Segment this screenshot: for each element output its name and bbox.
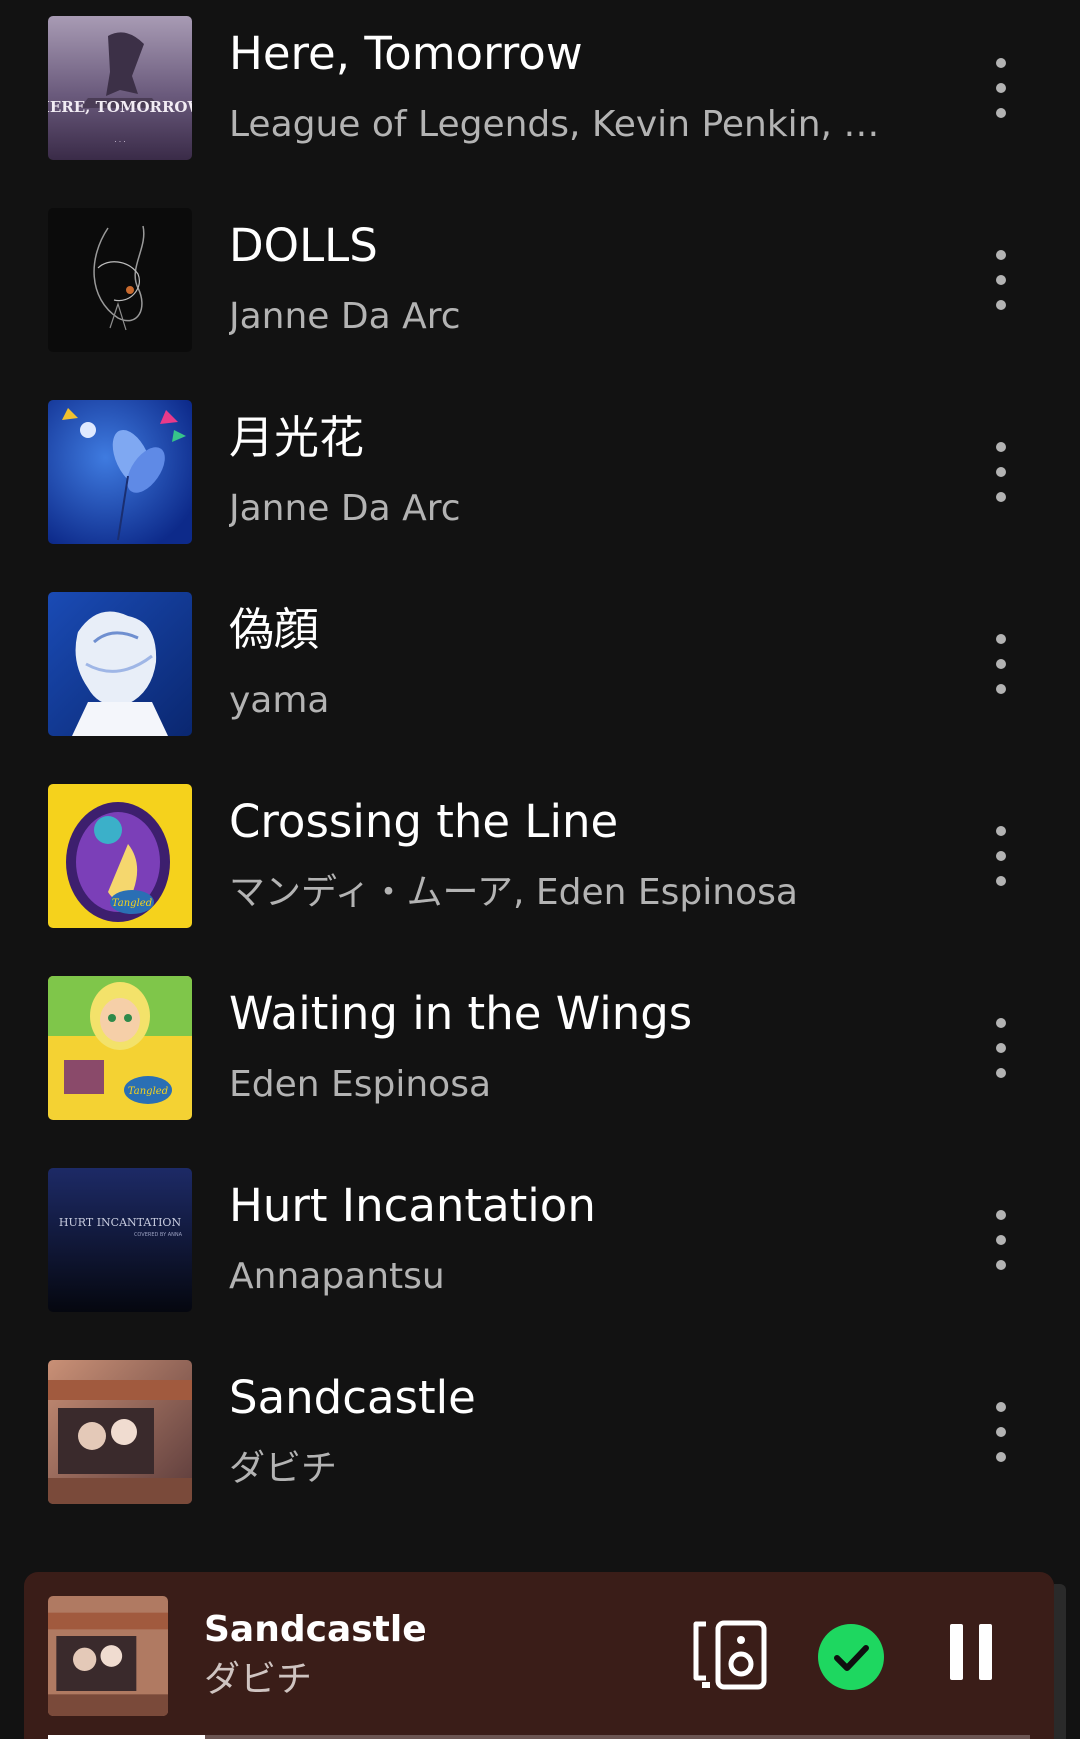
added-check-icon[interactable] — [818, 1624, 884, 1690]
track-artist: ダビチ — [229, 1448, 338, 1489]
more-options-icon[interactable] — [976, 436, 1026, 508]
more-options-icon[interactable] — [976, 628, 1026, 700]
track-row[interactable]: 偽顔 yama — [0, 576, 1080, 768]
track-row[interactable]: Tangled Waiting in the Wings Eden Espino… — [0, 960, 1080, 1152]
album-art-hurt-incantation: HURT INCANTATION COVERED BY ANNA — [48, 1168, 192, 1312]
track-artist: Janne Da Arc — [229, 488, 461, 529]
track-artist: マンディ・ムーア, Eden Espinosa — [229, 872, 798, 913]
more-options-icon[interactable] — [976, 820, 1026, 892]
track-title: 偽顔 — [229, 603, 320, 656]
track-artist: Janne Da Arc — [229, 296, 461, 337]
svg-text:· · ·: · · · — [114, 138, 125, 146]
track-title: Crossing the Line — [229, 795, 619, 848]
track-artist: yama — [229, 680, 330, 721]
track-title: 月光花 — [229, 411, 365, 464]
now-playing-artist[interactable]: ダビチ — [204, 1658, 312, 1702]
svg-text:HERE, TOMORROW: HERE, TOMORROW — [48, 98, 192, 116]
track-title: Hurt Incantation — [229, 1179, 596, 1232]
album-art-crossing-the-line: Tangled — [48, 784, 192, 928]
now-playing-bar[interactable]: Sandcastle ダビチ — [24, 1572, 1054, 1739]
svg-text:Tangled: Tangled — [128, 1086, 168, 1097]
album-art-gekkouka — [48, 400, 192, 544]
more-options-icon[interactable] — [976, 1204, 1026, 1276]
more-options-icon[interactable] — [976, 244, 1026, 316]
more-options-icon[interactable] — [976, 1012, 1026, 1084]
track-artist: Annapantsu — [229, 1256, 445, 1297]
playback-progress-bar — [48, 1735, 1030, 1739]
track-title: Waiting in the Wings — [229, 987, 693, 1040]
track-row[interactable]: Sandcastle ダビチ — [0, 1344, 1080, 1536]
track-artist: Eden Espinosa — [229, 1064, 492, 1105]
album-art-waiting-in-the-wings: Tangled — [48, 976, 192, 1120]
track-row[interactable]: 月光花 Janne Da Arc — [0, 384, 1080, 576]
now-playing-title[interactable]: Sandcastle — [204, 1608, 427, 1652]
track-row[interactable]: HURT INCANTATION COVERED BY ANNA Hurt In… — [0, 1152, 1080, 1344]
album-art-sandcastle — [48, 1360, 192, 1504]
svg-text:HURT INCANTATION: HURT INCANTATION — [59, 1216, 182, 1229]
track-row[interactable]: HERE, TOMORROW · · · Here, Tomorrow Leag… — [0, 0, 1080, 192]
more-options-icon[interactable] — [976, 52, 1026, 124]
track-title: DOLLS — [229, 219, 378, 272]
scroll-edge — [1054, 1584, 1066, 1739]
track-row[interactable]: DOLLS Janne Da Arc — [0, 192, 1080, 384]
track-title: Here, Tomorrow — [229, 27, 583, 80]
album-art-nisegao — [48, 592, 192, 736]
pause-icon[interactable] — [946, 1624, 996, 1684]
svg-text:COVERED BY ANNA: COVERED BY ANNA — [134, 1232, 183, 1238]
track-title: Sandcastle — [229, 1371, 476, 1424]
track-row[interactable]: Tangled Crossing the Line マンディ・ムーア, Eden… — [0, 768, 1080, 960]
more-options-icon[interactable] — [976, 1396, 1026, 1468]
album-art-dolls — [48, 208, 192, 352]
now-playing-album-art — [48, 1596, 168, 1716]
track-artist: League of Legends, Kevin Penkin, 幾… — [229, 104, 889, 145]
svg-text:Tangled: Tangled — [112, 898, 152, 909]
connect-device-icon[interactable] — [692, 1620, 770, 1692]
playback-progress-fill — [48, 1735, 206, 1739]
album-art-here-tomorrow: HERE, TOMORROW · · · — [48, 16, 192, 160]
